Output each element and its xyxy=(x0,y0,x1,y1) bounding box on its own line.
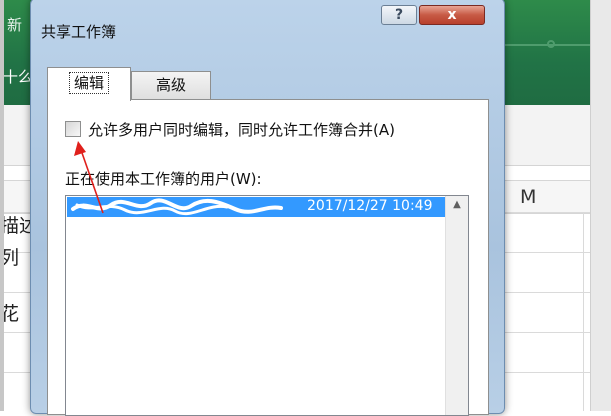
close-button[interactable]: x xyxy=(419,5,485,25)
tab-advanced-label: 高级 xyxy=(155,76,186,94)
tab-editing[interactable]: 编辑 xyxy=(47,67,131,101)
excel-title-fragment: 新 xyxy=(7,16,23,34)
scroll-up-icon[interactable]: ▲ xyxy=(446,196,468,214)
redaction-scribble xyxy=(71,198,283,216)
worksheet-scrollbar[interactable] xyxy=(590,0,611,411)
column-header-m[interactable]: M xyxy=(520,186,536,208)
help-icon: ? xyxy=(394,7,404,23)
window-edge xyxy=(0,0,4,411)
allow-multi-user-label[interactable]: 允许多用户同时编辑，同时允许工作簿合并(A) xyxy=(88,119,395,140)
share-workbook-dialog: 共享工作簿 ? x 编辑 高级 允许多用户同时编辑，同时允许工作簿合并(A) 正… xyxy=(30,0,505,416)
tab-editing-label: 编辑 xyxy=(68,72,109,94)
dialog-title: 共享工作簿 xyxy=(41,23,117,41)
users-list-label: 正在使用本工作簿的用户(W): xyxy=(65,170,262,188)
ribbon-zoom-handle xyxy=(547,40,555,48)
users-listbox-scrollbar[interactable]: ▲ xyxy=(445,196,468,415)
tab-advanced[interactable]: 高级 xyxy=(131,71,211,100)
allow-multi-user-checkbox[interactable] xyxy=(65,121,81,137)
tell-me-fragment: 十么 xyxy=(3,68,34,86)
help-button[interactable]: ? xyxy=(381,5,417,25)
list-item[interactable]: 2017/12/27 10:49 xyxy=(67,197,445,217)
close-icon: x xyxy=(447,7,457,23)
users-listbox[interactable]: 2017/12/27 10:49 ▲ xyxy=(65,195,469,416)
user-login-time: 2017/12/27 10:49 xyxy=(307,198,433,214)
editing-panel: 允许多用户同时编辑，同时允许工作簿合并(A) 正在使用本工作簿的用户(W): 2… xyxy=(47,99,489,416)
